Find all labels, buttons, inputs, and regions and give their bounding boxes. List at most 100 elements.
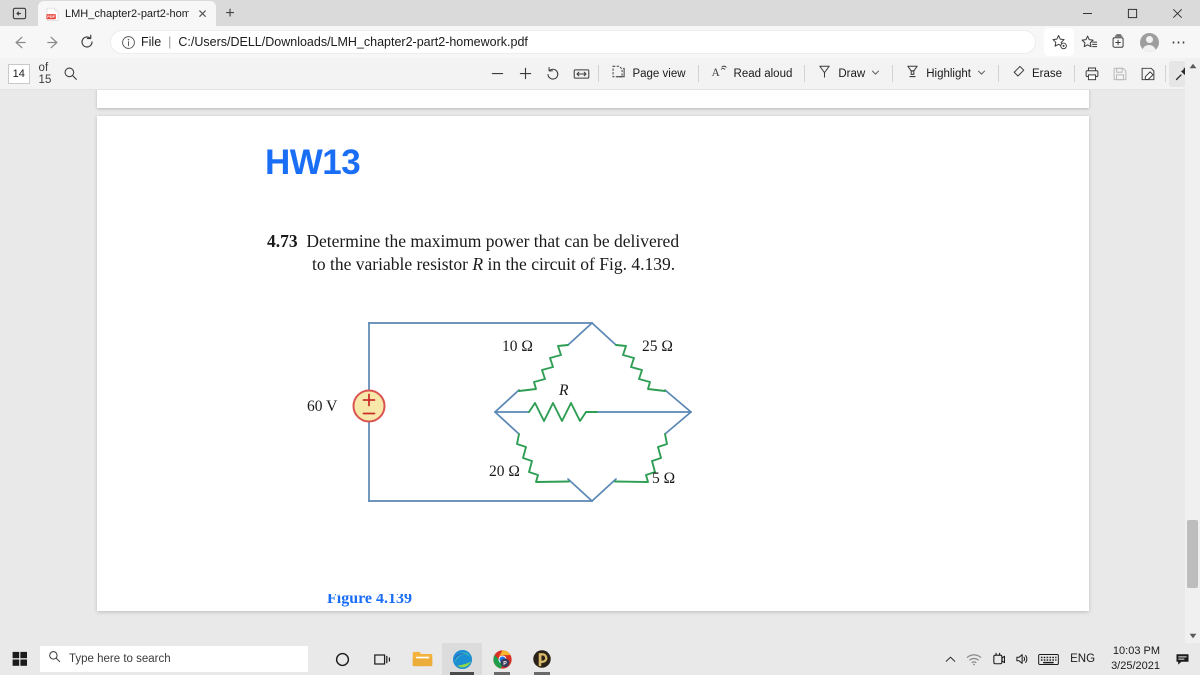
file-explorer-icon[interactable] <box>402 643 442 675</box>
toolbar-divider <box>1074 65 1075 82</box>
language-indicator[interactable]: ENG <box>1062 653 1103 665</box>
save-as-icon[interactable] <box>1134 61 1162 87</box>
toolbar-divider <box>997 65 999 82</box>
r-bottom-left-label: 20 Ω <box>489 463 520 480</box>
previous-page-edge <box>97 90 1089 108</box>
browser-tab[interactable]: PDF LMH_chapter2-part2-homework. ✕ <box>38 1 216 26</box>
navigation-bar: File | C:/Users/DELL/Downloads/LMH_chapt… <box>0 26 1200 58</box>
draw-label: Draw <box>838 67 866 80</box>
fit-to-width-icon[interactable] <box>567 61 595 87</box>
wifi-icon[interactable] <box>962 643 986 675</box>
battery-icon[interactable] <box>986 643 1010 675</box>
tab-search-icon[interactable] <box>0 0 38 26</box>
erase-button[interactable]: Erase <box>1002 61 1071 87</box>
search-input[interactable]: Type here to search <box>40 646 308 672</box>
toolbar-divider <box>598 65 600 82</box>
r-bottom-right-label: 5 Ω <box>652 470 675 487</box>
clock-date: 3/25/2021 <box>1111 660 1160 672</box>
search-icon[interactable] <box>61 61 79 87</box>
problem-text-2a: to the variable resistor <box>312 254 473 275</box>
r-top-right-label: 25 Ω <box>642 338 673 355</box>
highlight-button[interactable]: Highlight <box>896 61 995 87</box>
erase-label: Erase <box>1031 67 1062 80</box>
pdf-file-icon: PDF <box>46 7 59 21</box>
forward-arrow-icon[interactable] <box>38 28 68 56</box>
chevron-down-icon[interactable] <box>871 68 880 79</box>
windows-start-icon[interactable] <box>0 643 40 675</box>
problem-text-2b: in the circuit of Fig. 4.139. <box>483 254 676 275</box>
toolbar-divider <box>1165 65 1166 82</box>
edge-browser-icon[interactable] <box>442 643 482 675</box>
page-view-label: Page view <box>632 67 686 80</box>
read-aloud-button[interactable]: A Read aloud <box>702 61 802 87</box>
clock[interactable]: 10:03 PM 3/25/2021 <box>1103 644 1168 674</box>
chevron-down-icon[interactable] <box>977 68 986 79</box>
task-view-icon[interactable] <box>362 643 402 675</box>
pdf-toolbar: 14 of 15 Page view A Read aloud Draw Hig… <box>0 58 1200 90</box>
minimize-button[interactable] <box>1065 0 1110 26</box>
rotate-icon[interactable] <box>539 61 567 87</box>
clock-time: 10:03 PM <box>1112 645 1160 658</box>
scrollbar-thumb[interactable] <box>1187 520 1198 588</box>
chrome-browser-icon[interactable]: P <box>482 643 522 675</box>
tab-title: LMH_chapter2-part2-homework. <box>65 7 189 20</box>
read-aloud-label: Read aloud <box>733 67 793 80</box>
collections-icon[interactable] <box>1104 28 1134 56</box>
page-view-icon <box>611 64 626 84</box>
dark-app-icon[interactable] <box>522 643 562 675</box>
r-bridge-label: R <box>558 382 569 399</box>
vertical-scrollbar[interactable] <box>1185 58 1200 643</box>
eraser-icon <box>1011 64 1026 84</box>
search-icon <box>48 650 61 668</box>
pen-icon <box>817 64 832 84</box>
address-bar[interactable]: File | C:/Users/DELL/Downloads/LMH_chapt… <box>110 30 1036 54</box>
notifications-icon[interactable] <box>1168 643 1196 675</box>
maximize-button[interactable] <box>1110 0 1155 26</box>
tab-close-icon[interactable]: ✕ <box>195 6 210 21</box>
r-top-left-label: 10 Ω <box>502 338 533 355</box>
page-number-input[interactable]: 14 <box>8 63 30 84</box>
profile-avatar-icon[interactable] <box>1134 28 1164 56</box>
voltage-source <box>352 389 386 423</box>
svg-text:A: A <box>711 66 720 78</box>
source-label: 60 V <box>307 398 338 415</box>
circuit-diagram: 60 V 10 Ω 25 Ω 20 Ω 5 Ω R <box>307 322 692 502</box>
page-view-button[interactable]: Page view <box>602 61 694 87</box>
refresh-icon[interactable] <box>72 28 102 56</box>
system-tray: ENG 10:03 PM 3/25/2021 <box>938 643 1200 675</box>
toolbar-divider <box>892 65 894 82</box>
scroll-down-arrow-icon[interactable] <box>1185 628 1200 643</box>
keyboard-layout-icon[interactable] <box>1034 643 1062 675</box>
favorite-add-icon[interactable] <box>1044 28 1074 56</box>
browser-window: PDF LMH_chapter2-part2-homework. ✕ + <box>0 0 1200 675</box>
zoom-in-button[interactable] <box>511 61 539 87</box>
favorites-list-icon[interactable] <box>1074 28 1104 56</box>
highlighter-icon <box>905 64 920 84</box>
back-arrow-icon[interactable] <box>4 28 34 56</box>
problem-number: 4.73 <box>267 231 298 251</box>
page-total-label: of 15 <box>38 61 52 86</box>
pdf-viewer[interactable]: HW13 4.73 Determine the maximum power th… <box>0 90 1185 643</box>
problem-text-line2: to the variable resistor R in the circui… <box>267 253 887 276</box>
scroll-up-arrow-icon[interactable] <box>1185 58 1200 73</box>
url-scheme-label: File <box>141 35 162 49</box>
volume-icon[interactable] <box>1010 643 1034 675</box>
highlight-label: Highlight <box>926 67 971 80</box>
taskbar: Type here to search P ENG 10:03 PM 3/25/… <box>0 643 1200 675</box>
page-title: HW13 <box>265 143 361 182</box>
print-icon[interactable] <box>1078 61 1106 87</box>
show-hidden-icons-chevron[interactable] <box>938 643 962 675</box>
zoom-out-button[interactable] <box>483 61 511 87</box>
cortana-icon[interactable] <box>322 643 362 675</box>
browser-toolbar-icons: ⋯ <box>1044 28 1200 56</box>
url-separator: | <box>168 35 172 49</box>
svg-text:P: P <box>503 661 507 667</box>
ellipsis-glyph: ⋯ <box>1171 34 1187 51</box>
draw-button[interactable]: Draw <box>808 61 889 87</box>
figure-caption-clipped: Figure 4.139 <box>327 594 413 607</box>
info-circle-icon <box>121 35 136 50</box>
avatar <box>1139 32 1159 52</box>
new-tab-button[interactable]: + <box>216 1 244 26</box>
close-button[interactable] <box>1155 0 1200 26</box>
settings-ellipsis-icon[interactable]: ⋯ <box>1164 28 1194 56</box>
